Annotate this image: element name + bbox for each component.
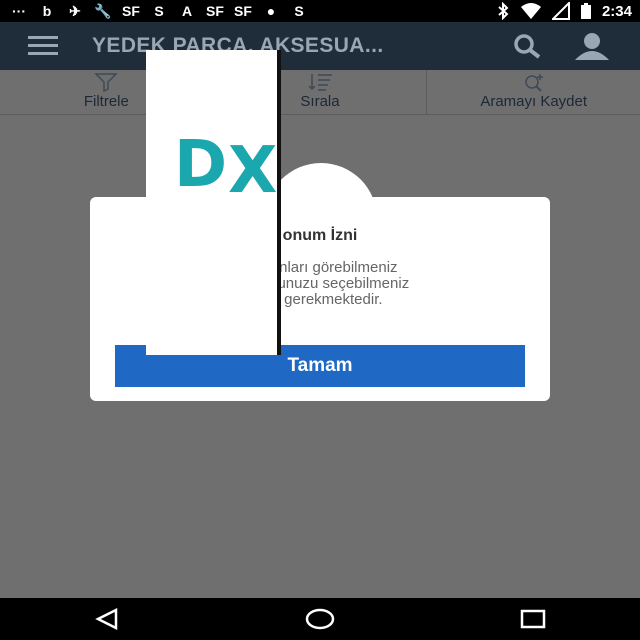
overlay-letter: D: [174, 128, 228, 202]
battery-icon: [580, 3, 591, 19]
action-toolbar: Filtrele Sırala Aramayı Kaydet: [0, 70, 640, 115]
s-app-icon: S: [294, 3, 304, 19]
save-search-icon: [524, 74, 543, 92]
overlay-letter: X: [228, 134, 278, 208]
profile-icon[interactable]: [572, 32, 612, 60]
home-button[interactable]: [300, 604, 340, 634]
wrench-icon: 🔧: [94, 2, 112, 19]
system-icons: 2:34: [496, 2, 632, 20]
recents-button[interactable]: [513, 604, 553, 634]
sort-icon: [308, 74, 332, 91]
notification-icons: ··· b ✈ 🔧 SF S A SF SF ● S: [10, 2, 308, 20]
recents-icon: [521, 609, 546, 629]
back-button[interactable]: [87, 604, 127, 634]
sf-app-icon: SF: [122, 3, 140, 19]
sf-app-icon: SF: [206, 3, 224, 19]
home-icon: [305, 608, 335, 630]
overlay-watermark: D X: [146, 50, 281, 355]
app-bar: YEDEK PARÇA, AKSESUA...: [0, 22, 640, 70]
status-bar: ··· b ✈ 🔧 SF S A SF SF ● S 2:34: [0, 0, 640, 22]
save-search-button[interactable]: Aramayı Kaydet: [426, 70, 640, 114]
bluetooth-icon: [498, 2, 509, 20]
bird-icon: ✈: [69, 2, 81, 19]
signal-icon: [551, 2, 570, 20]
a-app-icon: A: [181, 3, 193, 19]
sf-app-icon: SF: [234, 3, 252, 19]
menu-icon[interactable]: [28, 36, 58, 56]
message-app-icon: ●: [266, 3, 276, 19]
filter-icon: [94, 73, 119, 92]
clock: 2:34: [601, 2, 632, 20]
overlay-divider: [277, 50, 281, 355]
system-nav-bar: [0, 598, 640, 640]
back-icon: [94, 608, 117, 630]
wifi-icon: [520, 3, 541, 19]
chat-icon: ···: [12, 3, 26, 19]
search-icon[interactable]: [508, 32, 548, 60]
save-search-label: Aramayı Kaydet: [480, 93, 588, 110]
b-app-icon: b: [42, 3, 52, 19]
s-app-icon: S: [154, 3, 164, 19]
